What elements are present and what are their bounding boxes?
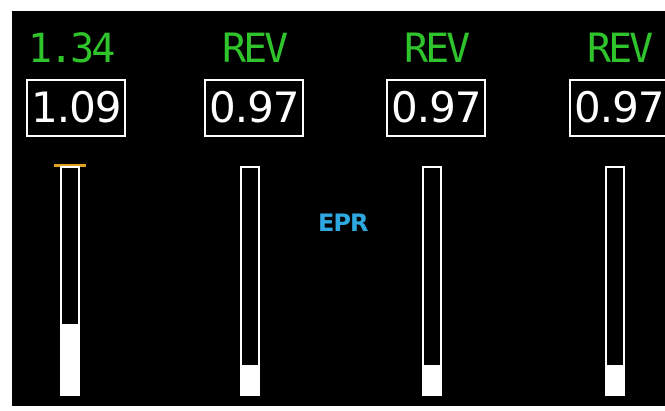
engine-4-column: REV 0.97 (569, 11, 665, 406)
engine-3-gauge-fill (424, 364, 440, 394)
epr-parameter-label: EPR (318, 209, 368, 237)
engine-2-epr-readout: 0.97 (204, 79, 304, 137)
engine-4-target-value: REV (587, 26, 653, 72)
engine-1-epr-readout: 1.09 (26, 79, 126, 137)
engine-4-epr-gauge (605, 166, 625, 396)
engine-3-epr-readout: 0.97 (386, 79, 486, 137)
engine-1-gauge-fill (62, 323, 78, 394)
engine-3-target-value: REV (404, 26, 470, 72)
engine-2-epr-gauge (240, 166, 260, 396)
engine-2-target-value: REV (222, 26, 288, 72)
engine-4-epr-readout: 0.97 (569, 79, 665, 137)
engine-2-gauge-fill (242, 364, 258, 394)
engine-1-target-value: 1.34 (28, 26, 115, 72)
engine-1-epr-gauge (60, 166, 80, 396)
engine-4-gauge-fill (607, 364, 623, 394)
engine-3-epr-gauge (422, 166, 442, 396)
epr-display: 1.34 1.09 REV 0.97 REV 0.97 REV 0.97 EPR (12, 11, 665, 406)
engine-3-column: REV 0.97 (386, 11, 486, 406)
engine-2-column: REV 0.97 (204, 11, 304, 406)
engine-1-column: 1.34 1.09 (26, 11, 126, 406)
